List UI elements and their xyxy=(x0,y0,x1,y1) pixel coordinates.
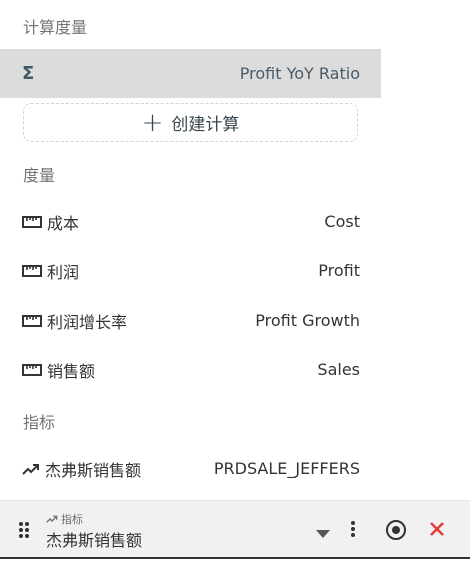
measure-label: 销售额 xyxy=(47,361,96,381)
close-icon[interactable] xyxy=(428,520,446,542)
plus-icon: + xyxy=(141,107,164,138)
field-picker-panel: 计算度量 Σ Profit YoY Ratio + 创建计算 度量 成本 Cos… xyxy=(0,0,381,493)
calc-measure-item-profit-yoy-ratio[interactable]: Σ Profit YoY Ratio xyxy=(0,49,381,98)
measure-value: Profit Growth xyxy=(255,311,360,330)
measure-value: Cost xyxy=(324,212,360,231)
measure-value: Profit xyxy=(318,261,360,280)
sigma-icon: Σ xyxy=(22,63,35,84)
metrics-heading: 指标 xyxy=(23,413,56,432)
metric-value: PRDSALE_JEFFERS xyxy=(213,459,360,478)
measure-item-sales[interactable]: 销售额 Sales xyxy=(0,345,381,394)
selected-field-bar: 指标 杰弗斯销售额 xyxy=(0,500,470,558)
trend-icon xyxy=(22,463,40,475)
measure-value: Sales xyxy=(317,360,360,379)
metric-item-jeffers-sales[interactable]: 杰弗斯销售额 PRDSALE_JEFFERS xyxy=(0,444,381,493)
field-type-label: 指标 xyxy=(46,511,83,527)
drag-handle-icon[interactable] xyxy=(18,521,30,543)
measure-item-profit-growth[interactable]: 利润增长率 Profit Growth xyxy=(0,296,381,345)
ruler-icon xyxy=(22,314,42,327)
calc-measure-label: Profit YoY Ratio xyxy=(239,64,360,83)
measure-label: 利润 xyxy=(47,262,80,282)
trend-icon xyxy=(46,515,58,523)
more-vertical-icon[interactable] xyxy=(350,520,356,542)
ruler-icon xyxy=(22,363,42,376)
selected-field-name: 杰弗斯销售额 xyxy=(46,531,143,550)
measure-label: 利润增长率 xyxy=(47,312,128,332)
create-calculation-button[interactable]: + 创建计算 xyxy=(23,103,358,142)
ruler-icon xyxy=(22,215,42,228)
dropdown-caret-icon[interactable] xyxy=(316,523,330,542)
measures-heading: 度量 xyxy=(23,166,56,185)
measure-item-profit[interactable]: 利润 Profit xyxy=(0,246,381,295)
measure-label: 成本 xyxy=(47,213,80,233)
calc-measures-heading: 计算度量 xyxy=(23,18,88,37)
metric-label: 杰弗斯销售额 xyxy=(45,460,142,480)
bottom-divider xyxy=(0,557,470,559)
create-calculation-label: 创建计算 xyxy=(171,115,240,135)
ruler-icon xyxy=(22,264,42,277)
field-type-text: 指标 xyxy=(61,513,83,526)
target-icon[interactable] xyxy=(385,519,407,545)
measure-item-cost[interactable]: 成本 Cost xyxy=(0,197,381,246)
